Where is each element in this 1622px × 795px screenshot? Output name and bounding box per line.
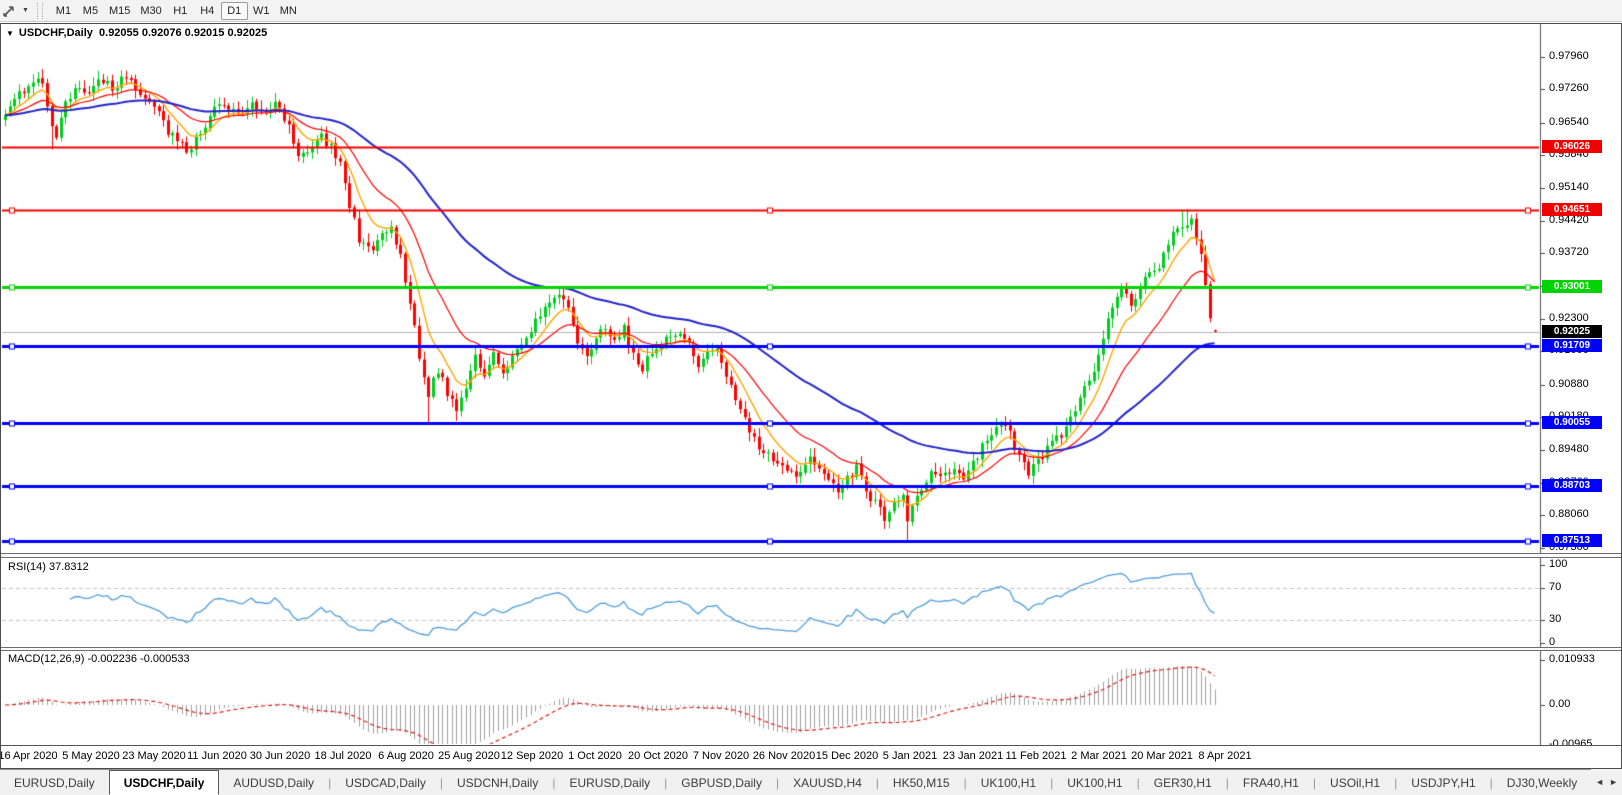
chart-tab-eurusd-daily[interactable]: EURUSD,Daily bbox=[555, 770, 664, 795]
date-axis-label: 2 Mar 2021 bbox=[1071, 750, 1127, 762]
macd-indicator-label: MACD(12,26,9) -0.002236 -0.000533 bbox=[8, 653, 190, 665]
price-axis-tick-label: 0.92300 bbox=[1549, 312, 1589, 324]
hline-price-tag: 0.90055 bbox=[1542, 416, 1602, 429]
macd-axis-tick-label: 0.00 bbox=[1549, 698, 1570, 710]
date-axis-label: 11 Jun 2020 bbox=[187, 750, 247, 762]
mt4-window: ▼ M1M5M15M30H1H4D1W1MN ▼ USDCHF,Daily 0.9… bbox=[0, 0, 1622, 795]
chart-tab-fra40-h1[interactable]: FRA40,H1 bbox=[1229, 770, 1313, 795]
date-axis-label: 1 Oct 2020 bbox=[568, 750, 622, 762]
toolbar-grip[interactable] bbox=[37, 3, 43, 19]
date-axis-label: 7 Nov 2020 bbox=[693, 750, 749, 762]
rsi-indicator-label: RSI(14) 37.8312 bbox=[8, 561, 89, 573]
hline-price-tag: 0.87513 bbox=[1542, 534, 1602, 547]
date-axis-label: 6 Aug 2020 bbox=[378, 750, 434, 762]
cursor-tool-icon bbox=[1, 3, 17, 19]
date-axis-label: 11 Feb 2021 bbox=[1006, 750, 1067, 762]
price-axis-tick-label: 0.97260 bbox=[1549, 82, 1589, 94]
price-axis-tick-label: 0.95140 bbox=[1549, 181, 1589, 193]
rsi-axis-tick-label: 100 bbox=[1549, 558, 1567, 570]
date-axis-label: 16 Apr 2020 bbox=[0, 750, 58, 762]
date-axis-label: 23 May 2020 bbox=[122, 750, 186, 762]
chart-tab-uk100-h1[interactable]: UK100,H1 bbox=[1053, 770, 1136, 795]
hline-price-tag: 0.93001 bbox=[1542, 280, 1602, 293]
chart-tab-hk50-m15[interactable]: HK50,M15 bbox=[879, 770, 964, 795]
date-axis-label: 15 Dec 2020 bbox=[816, 750, 878, 762]
chart-tab-gbpusd-daily[interactable]: GBPUSD,Daily bbox=[667, 770, 776, 795]
timeframe-button-m15[interactable]: M15 bbox=[104, 2, 135, 20]
current-price-tag: 0.92025 bbox=[1542, 325, 1602, 338]
date-axis-label: 26 Nov 2020 bbox=[753, 750, 815, 762]
date-axis-label: 20 Oct 2020 bbox=[628, 750, 688, 762]
chart-tab-audusd-daily[interactable]: AUDUSD,Daily bbox=[219, 770, 328, 795]
timeframe-button-m5[interactable]: M5 bbox=[77, 2, 104, 20]
rsi-axis-tick-label: 30 bbox=[1549, 613, 1561, 625]
date-axis-label: 12 Sep 2020 bbox=[501, 750, 563, 762]
price-axis-tick-label: 0.88060 bbox=[1549, 508, 1589, 520]
chart-tab-uk100-h1[interactable]: UK100,H1 bbox=[967, 770, 1050, 795]
date-axis-label: 30 Jun 2020 bbox=[250, 750, 311, 762]
cursor-tool-dropdown-icon[interactable]: ▼ bbox=[22, 7, 29, 14]
chart-title: ▼ USDCHF,Daily 0.92055 0.92076 0.92015 0.… bbox=[6, 27, 267, 39]
chart-tab-dj30-weekly[interactable]: DJ30,Weekly bbox=[1493, 770, 1591, 795]
date-axis-label: 25 Aug 2020 bbox=[438, 750, 500, 762]
price-axis-tick-label: 0.93720 bbox=[1549, 246, 1589, 258]
date-axis-label: 5 Jan 2021 bbox=[883, 750, 937, 762]
chart-tab-usdjpy-h1[interactable]: USDJPY,H1 bbox=[1397, 770, 1489, 795]
date-axis-label: 8 Apr 2021 bbox=[1198, 750, 1251, 762]
chart-tab-ger30-h1[interactable]: GER30,H1 bbox=[1140, 770, 1226, 795]
timeframe-buttons: M1M5M15M30H1H4D1W1MN bbox=[50, 2, 302, 20]
timeframe-button-h4[interactable]: H4 bbox=[194, 2, 221, 20]
price-axis-tick-label: 0.96540 bbox=[1549, 116, 1589, 128]
cursor-tool-button[interactable]: ▼ bbox=[1, 3, 34, 19]
price-chart-canvas[interactable] bbox=[0, 0, 1622, 795]
date-axis-label: 18 Jul 2020 bbox=[315, 750, 372, 762]
tab-scroll-right-icon[interactable]: ► bbox=[1609, 777, 1618, 787]
date-axis-label: 23 Jan 2021 bbox=[943, 750, 1004, 762]
chart-tab-xauusd-h4[interactable]: XAUUSD,H4 bbox=[779, 770, 876, 795]
price-axis-tick-label: 0.89480 bbox=[1549, 443, 1589, 455]
chart-tab-eurusd-daily[interactable]: EURUSD,Daily bbox=[0, 770, 109, 795]
chart-tab-bar: EURUSD,DailyUSDCHF,DailyAUDUSD,Daily|USD… bbox=[0, 769, 1622, 795]
hline-price-tag: 0.94651 bbox=[1542, 203, 1602, 216]
panel-separator-rsi-macd[interactable] bbox=[0, 647, 1622, 651]
timeframe-button-mn[interactable]: MN bbox=[275, 2, 302, 20]
chart-tab-usdchf-daily[interactable]: USDCHF,Daily bbox=[109, 770, 220, 795]
macd-axis-tick-label: 0.010933 bbox=[1549, 653, 1595, 665]
timeframe-button-d1[interactable]: D1 bbox=[221, 2, 248, 20]
chart-tab-usoil-h1[interactable]: USOil,H1 bbox=[1316, 770, 1394, 795]
timeframe-button-m1[interactable]: M1 bbox=[50, 2, 77, 20]
price-axis-tick-label: 0.90880 bbox=[1549, 378, 1589, 390]
chart-ohlc: 0.92055 0.92076 0.92015 0.92025 bbox=[99, 27, 267, 39]
timeframe-toolbar: ▼ M1M5M15M30H1H4D1W1MN bbox=[0, 0, 1622, 22]
tab-scroll-left-icon[interactable]: ◄ bbox=[1595, 777, 1604, 787]
chart-symbol: USDCHF,Daily bbox=[19, 27, 93, 39]
chart-tab-usdcad-daily[interactable]: USDCAD,Daily bbox=[331, 770, 440, 795]
chart-tab-usdcnh-daily[interactable]: USDCNH,Daily bbox=[443, 770, 552, 795]
timeframe-button-w1[interactable]: W1 bbox=[248, 2, 275, 20]
timeframe-button-m30[interactable]: M30 bbox=[135, 2, 166, 20]
hline-price-tag: 0.88703 bbox=[1542, 479, 1602, 492]
tab-scroll-arrows: ◄ ► bbox=[1591, 769, 1622, 795]
panel-separator-main-rsi[interactable] bbox=[0, 553, 1622, 558]
date-axis-label: 20 Mar 2021 bbox=[1131, 750, 1193, 762]
date-axis-label: 5 May 2020 bbox=[62, 750, 119, 762]
hline-price-tag: 0.91709 bbox=[1542, 339, 1602, 352]
price-axis-tick-label: 0.97960 bbox=[1549, 50, 1589, 62]
rsi-axis-tick-label: 70 bbox=[1549, 581, 1561, 593]
hline-price-tag: 0.96026 bbox=[1542, 140, 1602, 153]
chart-collapse-icon[interactable]: ▼ bbox=[6, 29, 14, 38]
timeframe-button-h1[interactable]: H1 bbox=[167, 2, 194, 20]
